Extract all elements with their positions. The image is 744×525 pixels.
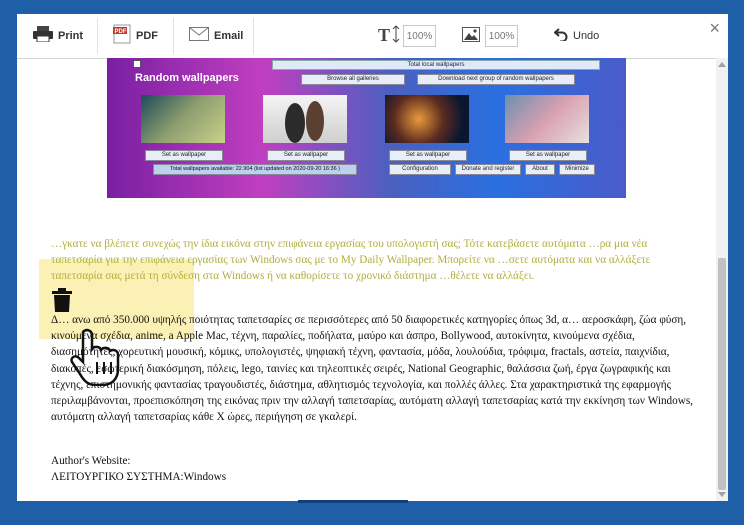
image-icon [462,26,480,45]
screenshot-title: Random wallpapers [135,72,239,84]
wallpaper-thumb [141,95,225,143]
pdf-button[interactable]: PDF PDF [113,14,158,57]
undo-label: Undo [573,29,600,42]
screenshot-browse-all: Browse all galleries [301,74,405,85]
content-area: Total local wallpapers Browse all galler… [17,58,716,501]
article-screenshot-image: Total local wallpapers Browse all galler… [107,58,626,198]
toolbar-divider [97,18,98,54]
set-wallpaper-button: Set as wallpaper [267,150,345,161]
print-button[interactable]: Print [33,14,83,57]
printer-icon [33,26,53,45]
pdf-icon: PDF [113,24,131,47]
scroll-down-icon[interactable] [718,492,726,497]
wallpaper-thumb [505,95,589,143]
screenshot-donate: Donate and register [455,164,521,175]
email-label: Email [214,29,244,42]
email-button[interactable]: Email [189,14,243,57]
toolbar-divider [173,18,174,54]
text-size-icon: T [378,24,400,47]
screenshot-minimize: Minimize [559,164,595,175]
toolbar-divider [253,18,254,54]
svg-text:T: T [378,25,390,44]
set-wallpaper-button: Set as wallpaper [509,150,587,161]
screenshot-download-next: Download next group of random wallpapers [417,74,575,85]
faded-paragraph[interactable]: …γκατε να βλέπετε συνεχώς την ίδια εικόν… [51,236,697,285]
main-paragraph[interactable]: Δ… ανω από 350.000 υψηλής ποιότητας ταπε… [51,312,697,425]
svg-text:PDF: PDF [115,29,127,35]
envelope-icon [189,27,209,44]
screenshot-total-local: Total local wallpapers [272,60,600,70]
background-window-edge [298,500,408,503]
scroll-up-icon[interactable] [718,62,726,67]
close-icon[interactable]: × [709,18,720,39]
text-size-input[interactable]: 100% [403,25,436,47]
os-label: ΛΕΙΤΟΥΡΓΙΚΟ ΣΥΣΤΗΜΑ:Windows [51,471,227,483]
set-wallpaper-button: Set as wallpaper [389,150,467,161]
screenshot-about: About [525,164,555,175]
checkbox-icon [133,60,141,68]
wallpaper-thumb [385,95,469,143]
print-dialog: Print PDF PDF Email T 100% 100% Undo × T… [17,14,728,501]
pdf-label: PDF [136,29,158,42]
author-website-label: Author's Website: [51,455,131,467]
vertical-scrollbar[interactable] [716,58,728,501]
image-size-button[interactable] [462,14,480,57]
image-size-input[interactable]: 100% [485,25,518,47]
toolbar: Print PDF PDF Email T 100% 100% Undo × [17,14,728,59]
scrollbar-thumb[interactable] [718,258,726,490]
undo-button[interactable]: Undo [553,14,600,57]
set-wallpaper-button: Set as wallpaper [145,150,223,161]
undo-icon [553,27,568,44]
text-size-button[interactable]: T [378,14,400,57]
screenshot-total-available: Total wallpapers available: 22.904 (list… [153,164,357,175]
print-label: Print [58,29,84,42]
wallpaper-thumb [263,95,347,143]
screenshot-configuration: Configuration [389,164,451,175]
